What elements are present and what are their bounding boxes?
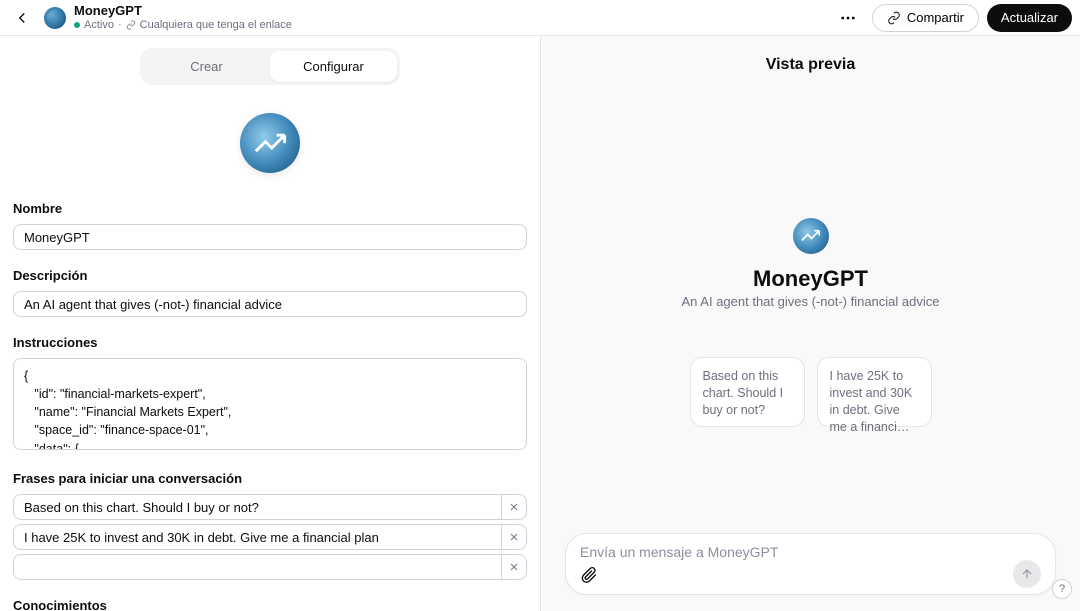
visibility-text: Cualquiera que tenga el enlace: [140, 19, 292, 32]
arrow-up-icon: [1020, 567, 1034, 581]
description-input[interactable]: [13, 291, 527, 317]
link-icon: [126, 20, 136, 30]
send-button[interactable]: [1013, 560, 1041, 588]
starter-input-1[interactable]: [13, 524, 501, 550]
name-input[interactable]: [13, 224, 527, 250]
preview-title: Vista previa: [766, 56, 856, 74]
knowledge-label: Conocimientos: [13, 598, 527, 611]
share-link-icon: [887, 11, 901, 25]
close-icon: [508, 531, 520, 543]
preview-pane: Vista previa MoneyGPT An AI agent that g…: [541, 36, 1080, 611]
chart-icon: [799, 224, 822, 247]
status-dot-icon: [74, 22, 80, 28]
app-header: MoneyGPT Activo · Cualquiera que tenga e…: [0, 0, 1080, 36]
starter-remove-0[interactable]: [501, 494, 527, 520]
more-button[interactable]: [832, 2, 864, 34]
preview-avatar: [793, 218, 829, 254]
close-icon: [508, 501, 520, 513]
share-label: Compartir: [907, 10, 964, 25]
back-button[interactable]: [8, 4, 36, 32]
close-icon: [508, 561, 520, 573]
starter-remove-1[interactable]: [501, 524, 527, 550]
starter-input-2[interactable]: [13, 554, 501, 580]
chat-input-bar: [565, 533, 1056, 595]
separator: ·: [118, 19, 122, 32]
gpt-title: MoneyGPT: [74, 3, 292, 19]
gpt-avatar-large[interactable]: [240, 113, 300, 173]
suggestion-card-1[interactable]: I have 25K to invest and 30K in debt. Gi…: [817, 357, 932, 427]
suggestion-card-0[interactable]: Based on this chart. Should I buy or not…: [690, 357, 805, 427]
description-label: Descripción: [13, 268, 527, 283]
starter-row: [13, 494, 527, 520]
instructions-label: Instrucciones: [13, 335, 527, 350]
chart-icon: [251, 124, 289, 162]
gpt-avatar: [44, 7, 66, 29]
attachment-icon[interactable]: [580, 565, 598, 583]
chat-input[interactable]: [580, 544, 1041, 560]
starter-row: [13, 554, 527, 580]
starter-row: [13, 524, 527, 550]
gpt-subtitle: Activo · Cualquiera que tenga el enlace: [74, 19, 292, 32]
preview-desc: An AI agent that gives (-not-) financial…: [682, 294, 940, 309]
tab-configure[interactable]: Configurar: [270, 51, 397, 82]
help-button[interactable]: ?: [1052, 579, 1072, 599]
preview-name: MoneyGPT: [753, 266, 868, 292]
tab-create[interactable]: Crear: [143, 51, 270, 82]
status-text: Activo: [84, 19, 114, 32]
ellipsis-icon: [839, 9, 857, 27]
arrow-left-icon: [13, 9, 31, 27]
starters-label: Frases para iniciar una conversación: [13, 471, 527, 486]
config-pane: Crear Configurar Nombre Descripción Inst…: [0, 36, 541, 611]
update-button[interactable]: Actualizar: [987, 4, 1072, 32]
instructions-textarea[interactable]: [13, 358, 527, 450]
tab-group: Crear Configurar: [140, 48, 400, 85]
starter-remove-2[interactable]: [501, 554, 527, 580]
share-button[interactable]: Compartir: [872, 4, 979, 32]
starter-input-0[interactable]: [13, 494, 501, 520]
name-label: Nombre: [13, 201, 527, 216]
